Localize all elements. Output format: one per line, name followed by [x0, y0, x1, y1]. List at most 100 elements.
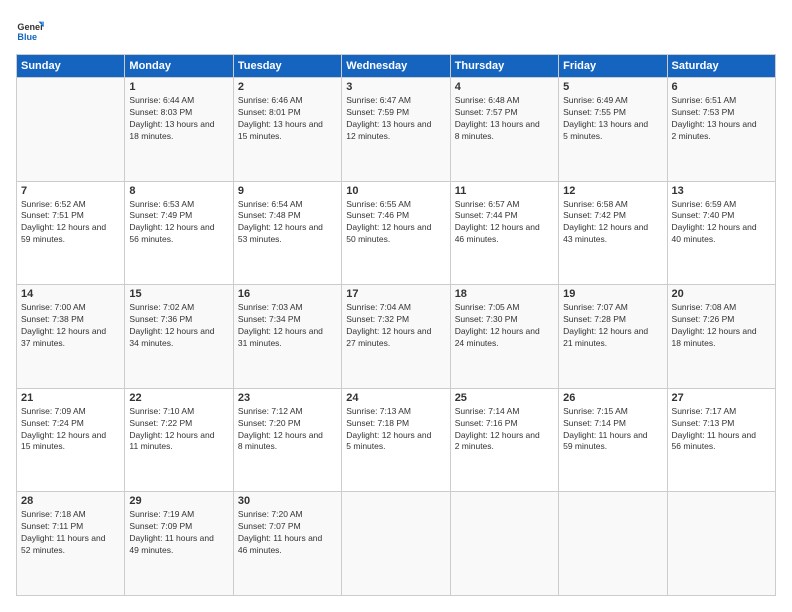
cell-date: 14 — [21, 288, 120, 300]
calendar-cell: 26 Sunrise: 7:15 AMSunset: 7:14 PMDayligh… — [559, 388, 667, 492]
cell-info: Sunrise: 7:09 AMSunset: 7:24 PMDaylight:… — [21, 406, 120, 454]
calendar-cell: 23 Sunrise: 7:12 AMSunset: 7:20 PMDayligh… — [233, 388, 341, 492]
cell-info: Sunrise: 6:48 AMSunset: 7:57 PMDaylight:… — [455, 95, 554, 143]
logo-icon: General Blue — [16, 16, 44, 44]
calendar-cell — [450, 492, 558, 596]
week-row-4: 21 Sunrise: 7:09 AMSunset: 7:24 PMDayligh… — [17, 388, 776, 492]
cell-date: 8 — [129, 185, 228, 197]
cell-date: 11 — [455, 185, 554, 197]
cell-info: Sunrise: 6:53 AMSunset: 7:49 PMDaylight:… — [129, 199, 228, 247]
cell-date: 12 — [563, 185, 662, 197]
cell-date: 10 — [346, 185, 445, 197]
cell-info: Sunrise: 6:54 AMSunset: 7:48 PMDaylight:… — [238, 199, 337, 247]
week-row-1: 1Sunrise: 6:44 AMSunset: 8:03 PMDaylight… — [17, 78, 776, 182]
cell-date: 4 — [455, 81, 554, 93]
cell-date: 18 — [455, 288, 554, 300]
calendar-cell: 11 Sunrise: 6:57 AMSunset: 7:44 PMDayligh… — [450, 181, 558, 285]
page: General Blue SundayMondayTuesdayWednesda… — [0, 0, 792, 612]
cell-info: Sunrise: 7:05 AMSunset: 7:30 PMDaylight:… — [455, 302, 554, 350]
calendar-cell: 27 Sunrise: 7:17 AMSunset: 7:13 PMDayligh… — [667, 388, 775, 492]
cell-info: Sunrise: 7:18 AMSunset: 7:11 PMDaylight:… — [21, 509, 120, 557]
calendar-cell — [667, 492, 775, 596]
calendar-cell: 7 Sunrise: 6:52 AMSunset: 7:51 PMDaylight… — [17, 181, 125, 285]
calendar-cell — [342, 492, 450, 596]
weekday-header-saturday: Saturday — [667, 55, 775, 78]
calendar-cell: 30Sunrise: 7:20 AMSunset: 7:07 PMDayligh… — [233, 492, 341, 596]
cell-date: 13 — [672, 185, 771, 197]
week-row-2: 7 Sunrise: 6:52 AMSunset: 7:51 PMDaylight… — [17, 181, 776, 285]
cell-date: 6 — [672, 81, 771, 93]
weekday-header-thursday: Thursday — [450, 55, 558, 78]
svg-text:General: General — [17, 22, 44, 32]
cell-info: Sunrise: 6:49 AMSunset: 7:55 PMDaylight:… — [563, 95, 662, 143]
calendar-cell: 9 Sunrise: 6:54 AMSunset: 7:48 PMDaylight… — [233, 181, 341, 285]
calendar-cell: 22Sunrise: 7:10 AMSunset: 7:22 PMDayligh… — [125, 388, 233, 492]
cell-date: 9 — [238, 185, 337, 197]
calendar-cell: 29 Sunrise: 7:19 AMSunset: 7:09 PMDayligh… — [125, 492, 233, 596]
calendar-cell: 24 Sunrise: 7:13 AMSunset: 7:18 PMDayligh… — [342, 388, 450, 492]
svg-text:Blue: Blue — [17, 32, 37, 42]
cell-date: 29 — [129, 495, 228, 507]
calendar-cell: 12 Sunrise: 6:58 AMSunset: 7:42 PMDayligh… — [559, 181, 667, 285]
cell-date: 20 — [672, 288, 771, 300]
week-row-3: 14 Sunrise: 7:00 AMSunset: 7:38 PMDayligh… — [17, 285, 776, 389]
cell-date: 1 — [129, 81, 228, 93]
calendar-cell: 4 Sunrise: 6:48 AMSunset: 7:57 PMDaylight… — [450, 78, 558, 182]
calendar-cell: 6 Sunrise: 6:51 AMSunset: 7:53 PMDaylight… — [667, 78, 775, 182]
calendar-table: SundayMondayTuesdayWednesdayThursdayFrid… — [16, 54, 776, 596]
cell-date: 25 — [455, 392, 554, 404]
cell-info: Sunrise: 7:00 AMSunset: 7:38 PMDaylight:… — [21, 302, 120, 350]
weekday-header-friday: Friday — [559, 55, 667, 78]
calendar-cell: 3 Sunrise: 6:47 AMSunset: 7:59 PMDaylight… — [342, 78, 450, 182]
cell-date: 5 — [563, 81, 662, 93]
calendar-cell: 20 Sunrise: 7:08 AMSunset: 7:26 PMDayligh… — [667, 285, 775, 389]
cell-info: Sunrise: 7:08 AMSunset: 7:26 PMDaylight:… — [672, 302, 771, 350]
cell-info: Sunrise: 6:46 AMSunset: 8:01 PMDaylight:… — [238, 95, 337, 143]
cell-date: 16 — [238, 288, 337, 300]
calendar-cell: 15 Sunrise: 7:02 AMSunset: 7:36 PMDayligh… — [125, 285, 233, 389]
cell-info: Sunrise: 7:15 AMSunset: 7:14 PMDaylight:… — [563, 406, 662, 454]
cell-info: Sunrise: 7:02 AMSunset: 7:36 PMDaylight:… — [129, 302, 228, 350]
weekday-header-tuesday: Tuesday — [233, 55, 341, 78]
cell-info: Sunrise: 7:12 AMSunset: 7:20 PMDaylight:… — [238, 406, 337, 454]
weekday-header-sunday: Sunday — [17, 55, 125, 78]
cell-info: Sunrise: 7:10 AMSunset: 7:22 PMDaylight:… — [129, 406, 228, 454]
cell-info: Sunrise: 7:19 AMSunset: 7:09 PMDaylight:… — [129, 509, 228, 557]
cell-info: Sunrise: 6:52 AMSunset: 7:51 PMDaylight:… — [21, 199, 120, 247]
calendar-cell: 2 Sunrise: 6:46 AMSunset: 8:01 PMDaylight… — [233, 78, 341, 182]
cell-info: Sunrise: 6:58 AMSunset: 7:42 PMDaylight:… — [563, 199, 662, 247]
week-row-5: 28 Sunrise: 7:18 AMSunset: 7:11 PMDayligh… — [17, 492, 776, 596]
cell-date: 7 — [21, 185, 120, 197]
calendar-cell: 21 Sunrise: 7:09 AMSunset: 7:24 PMDayligh… — [17, 388, 125, 492]
cell-date: 21 — [21, 392, 120, 404]
cell-date: 26 — [563, 392, 662, 404]
cell-info: Sunrise: 7:13 AMSunset: 7:18 PMDaylight:… — [346, 406, 445, 454]
cell-date: 2 — [238, 81, 337, 93]
cell-info: Sunrise: 6:47 AMSunset: 7:59 PMDaylight:… — [346, 95, 445, 143]
cell-info: Sunrise: 6:59 AMSunset: 7:40 PMDaylight:… — [672, 199, 771, 247]
cell-date: 3 — [346, 81, 445, 93]
weekday-header-row: SundayMondayTuesdayWednesdayThursdayFrid… — [17, 55, 776, 78]
cell-info: Sunrise: 7:17 AMSunset: 7:13 PMDaylight:… — [672, 406, 771, 454]
calendar-cell: 16Sunrise: 7:03 AMSunset: 7:34 PMDayligh… — [233, 285, 341, 389]
cell-date: 23 — [238, 392, 337, 404]
calendar-cell: 10Sunrise: 6:55 AMSunset: 7:46 PMDayligh… — [342, 181, 450, 285]
calendar-cell: 5 Sunrise: 6:49 AMSunset: 7:55 PMDaylight… — [559, 78, 667, 182]
cell-date: 27 — [672, 392, 771, 404]
cell-date: 17 — [346, 288, 445, 300]
calendar-cell: 1Sunrise: 6:44 AMSunset: 8:03 PMDaylight… — [125, 78, 233, 182]
cell-date: 15 — [129, 288, 228, 300]
cell-info: Sunrise: 6:57 AMSunset: 7:44 PMDaylight:… — [455, 199, 554, 247]
calendar-cell: 18 Sunrise: 7:05 AMSunset: 7:30 PMDayligh… — [450, 285, 558, 389]
weekday-header-wednesday: Wednesday — [342, 55, 450, 78]
cell-info: Sunrise: 7:20 AMSunset: 7:07 PMDaylight:… — [238, 509, 337, 557]
cell-info: Sunrise: 7:14 AMSunset: 7:16 PMDaylight:… — [455, 406, 554, 454]
calendar-cell — [17, 78, 125, 182]
weekday-header-monday: Monday — [125, 55, 233, 78]
calendar-cell: 19Sunrise: 7:07 AMSunset: 7:28 PMDayligh… — [559, 285, 667, 389]
calendar-cell: 14 Sunrise: 7:00 AMSunset: 7:38 PMDayligh… — [17, 285, 125, 389]
calendar-cell: 25 Sunrise: 7:14 AMSunset: 7:16 PMDayligh… — [450, 388, 558, 492]
cell-date: 24 — [346, 392, 445, 404]
cell-info: Sunrise: 6:51 AMSunset: 7:53 PMDaylight:… — [672, 95, 771, 143]
cell-date: 28 — [21, 495, 120, 507]
